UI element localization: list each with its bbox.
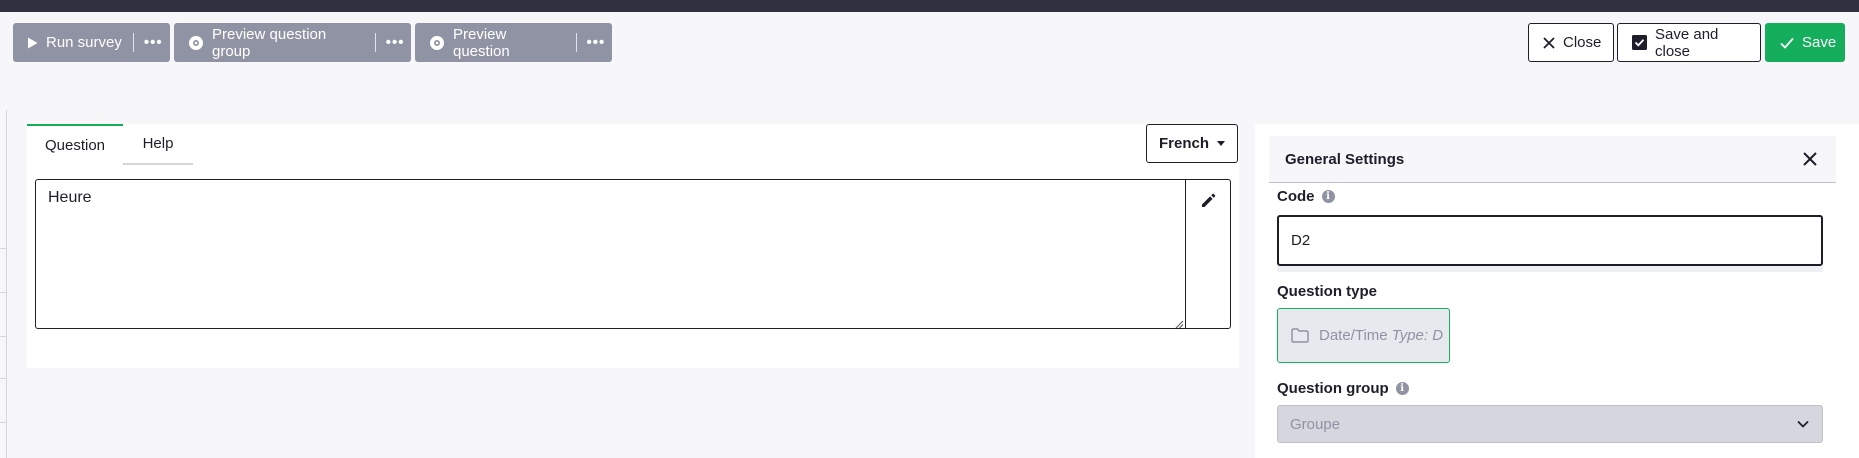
divider: [0, 422, 7, 423]
check-icon: [1780, 37, 1794, 49]
question-editor: Question Help French Heure: [27, 124, 1239, 368]
question-type-selector[interactable]: Date/Time Type: D: [1277, 308, 1450, 363]
close-label: Close: [1563, 34, 1602, 51]
eye-icon: [429, 35, 445, 51]
separator: [575, 33, 577, 52]
question-text-field[interactable]: Heure: [35, 179, 1231, 329]
preview-question-group-button[interactable]: Preview question group: [174, 23, 364, 62]
divider: [0, 378, 7, 379]
more-icon: •••: [586, 34, 606, 51]
question-text-value: Heure: [48, 189, 92, 206]
close-icon[interactable]: [1800, 149, 1820, 169]
checkbox-checked-icon: [1632, 35, 1647, 50]
left-edge-panel: [0, 110, 7, 458]
preview-group-group: Preview question group •••: [174, 23, 411, 62]
separator: [374, 33, 376, 52]
run-survey-group: Run survey •••: [13, 23, 170, 62]
preview-group-more-button[interactable]: •••: [386, 23, 411, 62]
question-type-label: Question type: [1277, 283, 1378, 300]
more-icon: •••: [385, 34, 405, 51]
save-and-close-button[interactable]: Save and close: [1617, 23, 1761, 62]
eye-icon: [188, 35, 204, 51]
preview-question-button[interactable]: Preview question: [415, 23, 565, 62]
preview-question-group-label: Preview question group: [212, 25, 327, 60]
separator: [132, 33, 134, 52]
run-survey-more-button[interactable]: •••: [144, 23, 170, 62]
preview-question-group: Preview question •••: [415, 23, 612, 62]
settings-title: General Settings: [1285, 151, 1405, 168]
info-icon[interactable]: i: [1395, 382, 1409, 395]
close-button[interactable]: Close: [1528, 23, 1614, 62]
field-underline: [1277, 266, 1823, 272]
code-field[interactable]: D2: [1277, 215, 1823, 266]
more-icon: •••: [143, 34, 163, 51]
question-group-label-text: Question group: [1277, 380, 1389, 397]
question-group-select[interactable]: Groupe: [1277, 405, 1823, 443]
info-icon[interactable]: i: [1321, 190, 1335, 203]
language-label: French: [1158, 135, 1209, 152]
question-type-name: Date/Time: [1319, 327, 1388, 344]
chevron-down-icon: [1796, 417, 1810, 431]
save-button[interactable]: Save: [1765, 23, 1845, 62]
code-label-text: Code: [1277, 188, 1315, 205]
question-type-code: Type: D: [1391, 327, 1444, 344]
divider: [0, 248, 7, 249]
language-dropdown[interactable]: French: [1146, 124, 1238, 163]
run-survey-label: Run survey: [46, 34, 122, 51]
question-group-label: Question group i: [1277, 380, 1409, 397]
caret-down-icon: [1217, 141, 1225, 146]
play-icon: [27, 37, 38, 49]
general-settings-panel: General Settings Code i D2 Question type…: [1255, 124, 1859, 458]
preview-question-more-button[interactable]: •••: [587, 23, 612, 62]
edit-button[interactable]: [1186, 180, 1231, 220]
preview-question-label: Preview question: [453, 25, 510, 60]
divider: [0, 292, 7, 293]
pencil-icon: [1200, 192, 1217, 209]
tab-help[interactable]: Help: [123, 124, 193, 165]
save-label: Save: [1802, 34, 1837, 51]
run-survey-button[interactable]: Run survey: [13, 23, 122, 62]
settings-header: General Settings: [1269, 136, 1836, 183]
question-group-value: Groupe: [1290, 415, 1341, 433]
code-label: Code i: [1277, 188, 1335, 205]
close-icon: [1543, 36, 1555, 49]
resize-handle[interactable]: [1174, 316, 1184, 329]
folder-icon: [1291, 328, 1309, 343]
divider: [0, 336, 7, 337]
tab-question[interactable]: Question: [27, 124, 123, 165]
save-and-close-label: Save and close: [1655, 25, 1719, 60]
top-bar: [0, 0, 1859, 12]
